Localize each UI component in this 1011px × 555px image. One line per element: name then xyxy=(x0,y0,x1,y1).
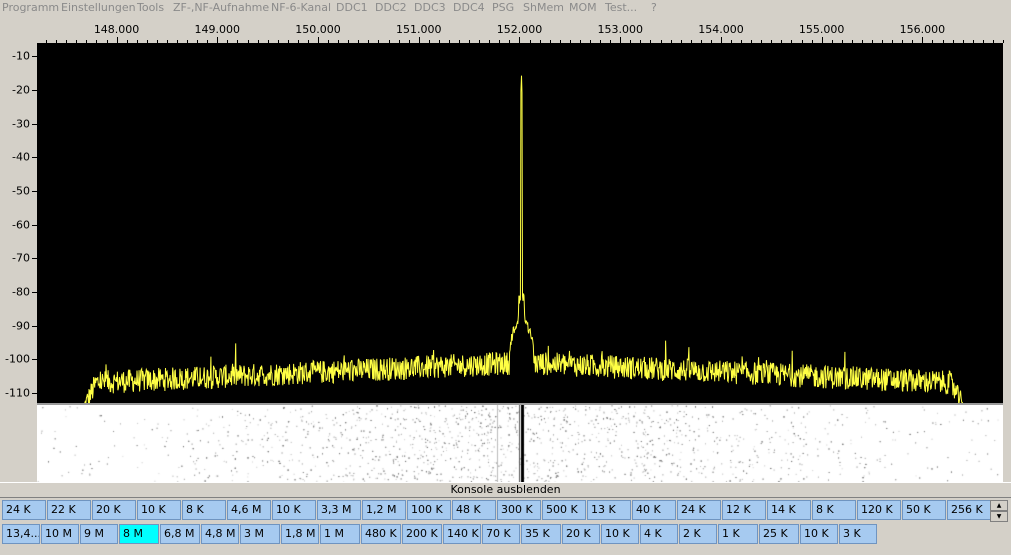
bandwidth-button[interactable]: 10 K xyxy=(272,500,316,520)
bandwidth-button[interactable]: 3 K xyxy=(839,524,877,544)
frequency-tick-label: 154.000 xyxy=(698,23,744,36)
frequency-tick-label: 156.000 xyxy=(899,23,946,36)
bandwidth-button[interactable]: 10 K xyxy=(601,524,639,544)
bandwidth-button[interactable]: 3 M xyxy=(240,524,280,544)
bandwidth-button[interactable]: 1 K xyxy=(718,524,758,544)
menu-item-test[interactable]: Test... xyxy=(605,1,637,14)
menu-item-ddc1[interactable]: DDC1 xyxy=(336,1,368,14)
menu-bar: Programm Einstellungen Tools ZF-,NF-Aufnahm… xyxy=(0,0,1011,17)
bandwidth-button[interactable]: 10 K xyxy=(137,500,181,520)
menu-item-tools[interactable]: Tools xyxy=(137,1,164,14)
bandwidth-button[interactable]: 256 K xyxy=(947,500,991,520)
menu-item-[interactable]: ? xyxy=(651,1,657,14)
level-tick-label: -60 xyxy=(12,218,30,232)
frequency-tick-label: 150.000 xyxy=(295,23,341,36)
bandwidth-button[interactable]: 6,8 M xyxy=(160,524,200,544)
menu-item-zf-nf-aufnahme[interactable]: ZF-,NF-Aufnahme xyxy=(173,1,269,14)
menu-item-einstellungen[interactable]: Einstellungen xyxy=(61,1,136,14)
frequency-tick-label: 152.000 xyxy=(496,23,543,36)
spectrum-trace xyxy=(84,75,964,403)
bandwidth-button[interactable]: 35 K xyxy=(521,524,561,544)
level-tick-label: -90 xyxy=(12,319,30,333)
level-tick-label: -20 xyxy=(12,83,30,97)
frequency-tick-label: 148.000 xyxy=(93,23,140,36)
bandwidth-button[interactable]: 13,4... xyxy=(2,524,40,544)
bandwidth-button[interactable]: 14 K xyxy=(767,500,811,520)
bandwidth-button[interactable]: 8 K xyxy=(812,500,856,520)
frequency-tick-label: 155.000 xyxy=(798,23,845,36)
bandwidth-button[interactable]: 200 K xyxy=(402,524,442,544)
bandwidth-button[interactable]: 12 K xyxy=(722,500,766,520)
bandwidth-button[interactable]: 3,3 M xyxy=(317,500,361,520)
spectrum-plot xyxy=(84,75,964,403)
level-tick-label: -10 xyxy=(12,49,30,63)
level-tick-label: -100 xyxy=(5,352,30,366)
bandwidth-button[interactable]: 1 M xyxy=(320,524,360,544)
bandwidth-button[interactable]: 10 M xyxy=(41,524,79,544)
bandwidth-button[interactable]: 1,8 M xyxy=(281,524,319,544)
level-tick-label: -40 xyxy=(12,150,30,164)
level-tick-label: -80 xyxy=(12,285,30,299)
bandwidth-button[interactable]: 22 K xyxy=(47,500,91,520)
level-axis: -10 -20 -30 -40 -50 -60 -70 -80 -90 -100 -110 xyxy=(0,43,37,403)
bandwidth-button[interactable]: 50 K xyxy=(902,500,946,520)
bandwidth-button[interactable]: 40 K xyxy=(632,500,676,520)
waterfall-display[interactable] xyxy=(37,403,1003,482)
menu-item-nf-6-kanal[interactable]: NF-6-Kanal xyxy=(271,1,331,14)
menu-item-psg[interactable]: PSG xyxy=(492,1,514,14)
bandwidth-button[interactable]: 4,8 M xyxy=(201,524,239,544)
bandwidth-button[interactable]: 20 K xyxy=(562,524,600,544)
bandwidth-spin-control: ▲ ▼ xyxy=(990,500,1008,522)
bandwidth-button[interactable]: 13 K xyxy=(587,500,631,520)
menu-item-ddc2[interactable]: DDC2 xyxy=(375,1,407,14)
frequency-axis: 148.000 149.000 150.000 151.000 152.000 153.0… xyxy=(0,17,1011,43)
bandwidth-button[interactable]: 24 K xyxy=(677,500,721,520)
menu-item-mom[interactable]: MOM xyxy=(569,1,597,14)
menu-item-shmem[interactable]: ShMem xyxy=(523,1,564,14)
bandwidth-button[interactable]: 120 K xyxy=(857,500,901,520)
frequency-tick-label: 153.000 xyxy=(597,23,643,36)
spectrum-display[interactable] xyxy=(37,43,1003,403)
level-tick-label: -70 xyxy=(12,251,30,265)
spin-up-button[interactable]: ▲ xyxy=(990,500,1008,511)
bandwidth-button[interactable]: 140 K xyxy=(443,524,481,544)
bandwidth-button[interactable]: 4,6 M xyxy=(227,500,271,520)
level-tick-label: -50 xyxy=(12,184,30,198)
waterfall-canvas xyxy=(37,405,1003,482)
bandwidth-button[interactable]: 10 K xyxy=(800,524,838,544)
bandwidth-button[interactable]: 1,2 M xyxy=(362,500,406,520)
spin-down-button[interactable]: ▼ xyxy=(990,511,1008,522)
bandwidth-button[interactable]: 480 K xyxy=(361,524,401,544)
bandwidth-button[interactable]: 24 K xyxy=(2,500,46,520)
menu-item-programm[interactable]: Programm xyxy=(2,1,59,14)
bandwidth-button[interactable]: 48 K xyxy=(452,500,496,520)
bandwidth-button[interactable]: 300 K xyxy=(497,500,541,520)
bandwidth-button[interactable]: 25 K xyxy=(759,524,799,544)
frequency-tick-mark xyxy=(1003,40,1004,43)
level-tick-label: -110 xyxy=(5,386,30,400)
bandwidth-button[interactable]: 8 M xyxy=(119,524,159,544)
frequency-tick-label: 151.000 xyxy=(396,23,442,36)
bandwidth-button[interactable]: 9 M xyxy=(80,524,118,544)
menu-item-ddc3[interactable]: DDC3 xyxy=(414,1,446,14)
menu-item-ddc4[interactable]: DDC4 xyxy=(453,1,485,14)
bandwidth-button[interactable]: 20 K xyxy=(92,500,136,520)
bandwidth-button[interactable]: 2 K xyxy=(679,524,717,544)
console-toggle-button[interactable]: Konsole ausblenden xyxy=(0,482,1011,498)
bandwidth-button[interactable]: 8 K xyxy=(182,500,226,520)
frequency-tick-label: 149.000 xyxy=(194,23,241,36)
bandwidth-button[interactable]: 70 K xyxy=(482,524,520,544)
bandwidth-button[interactable]: 100 K xyxy=(407,500,451,520)
level-tick-label: -30 xyxy=(12,117,30,131)
bandwidth-button[interactable]: 4 K xyxy=(640,524,678,544)
bandwidth-button[interactable]: 500 K xyxy=(542,500,586,520)
